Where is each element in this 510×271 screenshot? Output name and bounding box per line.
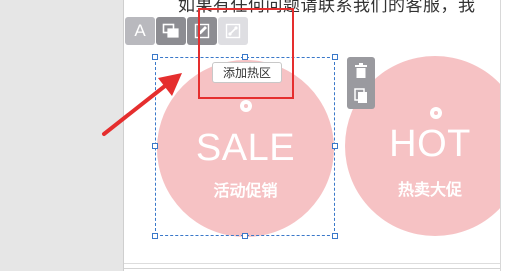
delete-button[interactable] bbox=[347, 58, 375, 84]
resize-handle-left[interactable] bbox=[152, 143, 158, 149]
circle-dot-icon bbox=[430, 107, 442, 119]
duplicate-icon bbox=[354, 88, 367, 103]
divider-line bbox=[124, 263, 510, 264]
duplicate-button[interactable] bbox=[347, 83, 375, 109]
annotation-arrow-icon bbox=[102, 73, 182, 136]
resize-handle-bottom-right[interactable] bbox=[332, 233, 338, 239]
scrollbar-track[interactable] bbox=[500, 0, 510, 271]
text-icon: A bbox=[134, 21, 146, 40]
circle-subtitle: 热卖大促 bbox=[397, 180, 462, 199]
copy-button[interactable] bbox=[156, 17, 186, 45]
circle-title: HOT bbox=[389, 123, 471, 165]
text-button[interactable]: A bbox=[125, 17, 155, 45]
resize-handle-bottom[interactable] bbox=[242, 233, 248, 239]
annotation-highlight-box bbox=[198, 8, 294, 99]
trash-icon bbox=[355, 63, 367, 78]
resize-handle-top-right[interactable] bbox=[332, 54, 338, 60]
divider-line bbox=[124, 268, 510, 269]
copy-layers-icon bbox=[162, 23, 179, 38]
resize-handle-right[interactable] bbox=[332, 143, 338, 149]
side-action-bar bbox=[347, 57, 375, 109]
resize-handle-bottom-left[interactable] bbox=[152, 233, 158, 239]
resize-handle-top-left[interactable] bbox=[152, 54, 158, 60]
